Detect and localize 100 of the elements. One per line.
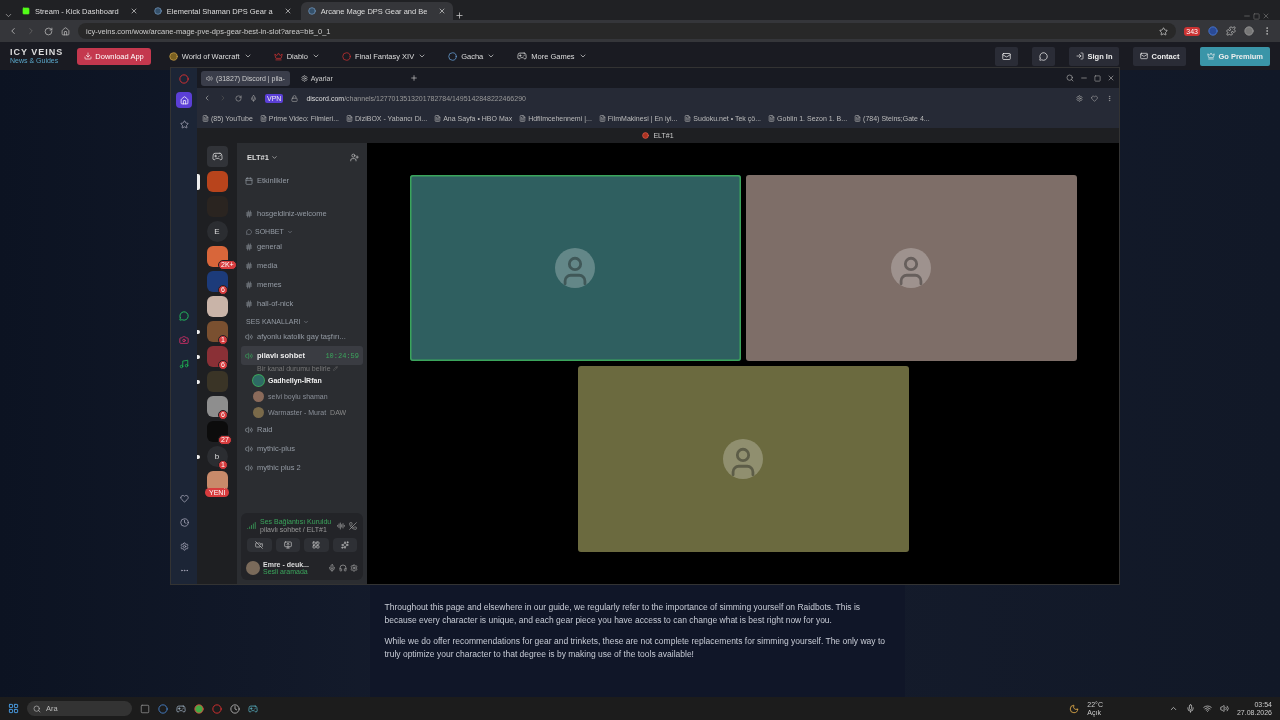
emblem-icon [273,51,283,61]
video-tile[interactable] [745,175,1077,361]
video-tile[interactable] [409,175,741,361]
start-icon[interactable] [8,703,19,714]
camera-off-button[interactable] [247,537,272,552]
new-tab-icon[interactable] [409,74,418,82]
hash-icon [245,261,253,270]
speaker-icon [245,332,253,341]
caret-icon [487,52,496,60]
wifi-icon[interactable] [1202,704,1212,713]
globe-icon [153,7,162,15]
search-icon [33,704,41,713]
clock-icon[interactable] [230,703,240,714]
chat-icon [246,228,252,235]
home-icon[interactable] [176,92,192,108]
page-icon [202,114,209,122]
article-paragraph: While we do offer recommendations for gear and trinkets, these are not complete replacements for simming yourself. The only way to truly optimize your character to that degree is by making use of the tools available! [384,635,886,661]
gamepad-icon [517,51,528,61]
app-icon[interactable] [140,703,150,714]
chat-button[interactable] [1032,46,1056,66]
page-icon [434,114,442,122]
soundboard-button[interactable] [332,537,357,552]
user-avatar[interactable] [246,561,260,576]
hang-up-icon[interactable] [349,521,357,530]
mail-icon [1002,51,1012,61]
screen-share-icon [283,540,292,549]
page-icon [684,114,692,122]
speaker-icon [245,425,253,434]
back-icon[interactable] [203,94,211,102]
ring-icon [448,51,458,61]
maximize-icon[interactable] [1094,74,1101,82]
server-icon[interactable] [206,321,228,342]
server-icon[interactable] [206,271,228,292]
hash-icon [245,209,253,218]
search-icon[interactable] [1066,74,1074,82]
volume-icon[interactable] [1219,704,1229,713]
gamepad-icon[interactable] [248,703,258,714]
discord-icon[interactable] [206,146,228,167]
sparkles-icon [340,540,349,549]
speaker-icon [206,74,213,82]
invite-icon[interactable] [350,152,359,162]
heart-icon[interactable] [1091,94,1098,102]
caret-icon [418,52,427,60]
hash-icon [245,299,253,308]
app-icon[interactable] [158,703,168,714]
mic-icon[interactable] [250,94,257,102]
close-icon[interactable] [438,7,447,15]
server-icon[interactable]: E [206,221,228,242]
new-tab-icon[interactable] [455,11,465,20]
caret-icon [270,153,278,161]
sound-wave-icon[interactable] [337,521,345,530]
mic-icon[interactable] [1185,704,1195,713]
favicon-icon [642,132,650,139]
settings-icon[interactable] [1076,94,1083,102]
server-icon[interactable] [206,421,228,442]
home-icon[interactable] [61,26,70,36]
screen-share-button[interactable] [275,537,300,552]
profile-icon[interactable] [1244,26,1254,36]
reload-icon[interactable] [44,26,53,36]
caret-icon [303,318,310,325]
tab-list-icon[interactable] [4,11,13,20]
video-tile[interactable] [577,366,909,552]
page-icon [598,114,606,122]
camera-off-icon [255,540,264,549]
connection-icon [247,521,256,531]
opera-icon[interactable] [179,74,189,84]
gamepad-icon[interactable] [176,703,186,714]
hash-icon [245,242,253,251]
pencil-icon [332,366,338,371]
page-icon [854,114,862,122]
server-icon[interactable] [206,396,228,417]
mail-button[interactable] [995,46,1019,66]
close-icon[interactable] [1107,74,1115,82]
page-icon [519,114,527,122]
reload-icon[interactable] [235,94,242,102]
app-icon[interactable] [194,703,204,714]
server-icon[interactable] [206,296,228,317]
headphones-icon[interactable] [339,564,347,573]
puzzle-icon[interactable] [1226,26,1236,36]
mic-icon[interactable] [328,564,336,573]
close-icon[interactable] [129,7,138,15]
bookmark-star-icon[interactable] [1159,26,1169,36]
participant-avatar [723,439,763,479]
globe-icon [307,7,316,15]
chevron-up-icon[interactable] [1168,704,1178,713]
site-logo[interactable]: ICY VEINS [10,48,64,57]
calendar-icon [245,176,253,185]
page-icon [768,114,776,122]
article-paragraph: Throughout this page and elsewhere in our guide, we regularly refer to the importance of simming yourself on Raidbots. This is because every character is unique, and each gear piece you have access to can change what is best right now for you. [384,601,862,627]
speaker-icon [245,444,253,453]
download-icon [84,52,93,60]
back-icon[interactable] [8,26,18,36]
close-icon[interactable] [283,7,292,15]
kick-icon [22,7,30,15]
chat-icon[interactable] [176,308,192,324]
settings-icon[interactable] [350,564,358,573]
server-icon[interactable] [206,346,228,367]
activities-button[interactable] [304,537,329,552]
hash-icon [245,280,253,289]
browser-icon[interactable] [212,703,222,714]
